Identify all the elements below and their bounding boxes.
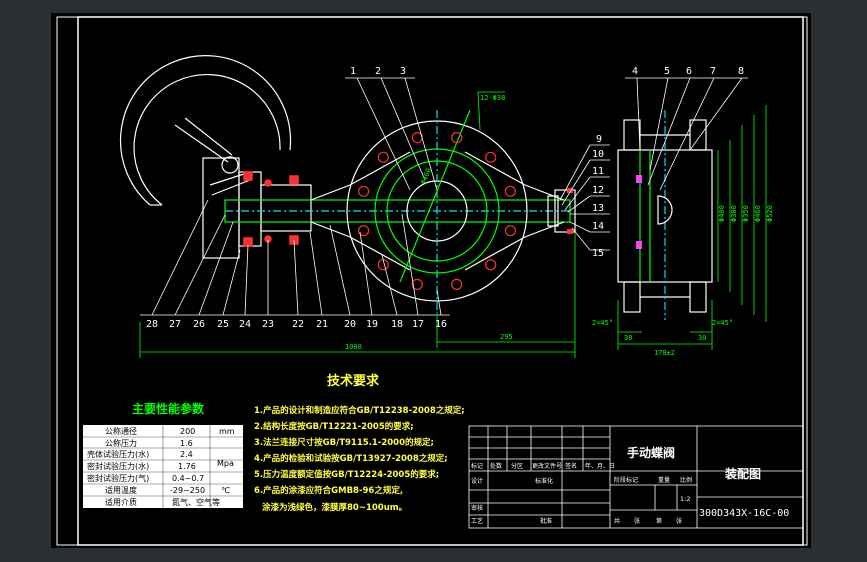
param-value-3: 1.76: [178, 462, 196, 471]
tech-req-5: 5.压力温度额定值按GB/T12224-2005的要求;: [254, 469, 439, 480]
balloon-12: 12: [592, 185, 604, 196]
tech-req-3: 3.法兰连接尺寸按GB/T9115.1-2000的规定;: [254, 437, 434, 448]
scale-value: 1:2: [680, 495, 690, 503]
params-title: 主要性能参数: [132, 401, 205, 416]
balloon-6: 6: [686, 66, 692, 77]
balloon-26: 26: [193, 319, 205, 330]
param-name-6: 适用介质: [105, 497, 137, 507]
tech-req-6: 6.产品的涂漆应符合GMB8-96之规定,: [254, 485, 403, 496]
param-name-3: 密封试验压力(水): [87, 461, 149, 471]
row-approve: 批准: [540, 517, 552, 525]
param-unit-5: ℃: [221, 486, 230, 495]
dim-chamfer-left: 2×45°: [592, 319, 613, 327]
balloon-28: 28: [146, 319, 158, 330]
product-name: 手动蝶阀: [627, 445, 675, 460]
param-name-1: 公称压力: [105, 438, 137, 448]
balloon-4: 4: [632, 66, 638, 77]
balloon-15: 15: [592, 248, 604, 259]
dim-v4: Φ460: [754, 205, 762, 222]
tech-req-4: 4.产品的检验和试验按GB/T13927-2008之规定;: [254, 453, 448, 464]
hdr-sign: 签名: [565, 462, 577, 470]
dim-right-length: 295: [500, 333, 513, 341]
dim-v2: Φ300: [730, 205, 738, 222]
row-process: 工艺: [471, 517, 483, 525]
param-unit-0: mm: [219, 427, 235, 436]
hdr-date: 年、月、日: [585, 462, 615, 470]
dim-chamfer-right: 2×45°: [712, 319, 733, 327]
weight-label: 重量: [658, 476, 670, 484]
param-unit-2: Mpa: [217, 459, 234, 468]
dim-overall-length: 1000: [345, 343, 362, 351]
params-table: 公称通径 公称压力 壳体试验压力(水) 密封试验压力(水) 密封试验压力(气) …: [83, 425, 243, 508]
balloon-10: 10: [592, 149, 604, 160]
param-name-0: 公称通径: [105, 426, 137, 436]
param-value-5: -29~250: [170, 486, 205, 495]
balloon-3: 3: [400, 66, 406, 77]
param-value-0: 200: [180, 427, 195, 436]
tech-req-2: 2.结构长度按GB/T12221-2005的要求;: [254, 421, 414, 432]
tech-req-1: 1.产品的设计和制造应符合GB/T12238-2008之规定;: [254, 405, 465, 416]
dim-side-b: 30: [698, 334, 706, 342]
row-review: 审核: [471, 504, 483, 512]
tech-title: 技术要求: [327, 373, 380, 389]
balloon-19: 19: [366, 319, 378, 330]
balloon-2: 2: [375, 66, 381, 77]
dim-face-to-face: 178±2: [654, 349, 675, 357]
dim-side-a: 30: [624, 334, 632, 342]
balloon-25: 25: [217, 319, 229, 330]
balloon-24: 24: [239, 319, 251, 330]
balloon-7: 7: [710, 66, 716, 77]
row-design: 设计: [471, 477, 483, 485]
param-name-5: 适用温度: [105, 485, 137, 495]
param-value-2: 2.4: [180, 450, 193, 459]
hdr-change-doc: 更改文件号: [532, 462, 562, 470]
drawing-code: 300D343X-16C-00: [699, 508, 789, 519]
row-standard: 标准化: [535, 477, 553, 485]
stage-label: 阶段标记: [614, 476, 638, 484]
balloon-8: 8: [738, 66, 744, 77]
balloon-9: 9: [596, 134, 602, 145]
balloon-13: 13: [592, 203, 604, 214]
balloon-22: 22: [292, 319, 304, 330]
scale-label: 比例: [680, 476, 692, 484]
balloon-27: 27: [169, 319, 181, 330]
hdr-count: 处数: [490, 462, 502, 470]
param-value-1: 1.6: [180, 439, 193, 448]
sheet-unit-2: 张: [676, 517, 682, 525]
dim-v5: Φ520: [766, 205, 774, 222]
balloon-21: 21: [316, 319, 328, 330]
balloon-23: 23: [262, 319, 274, 330]
balloon-14: 14: [592, 221, 604, 232]
dim-v1: Φ400: [718, 205, 726, 222]
sheet-unit-1: 张: [634, 517, 640, 525]
drawing-sheet: 1 2 3 4 5 6 7 8 9 10 11 12 13 14 15 28 2…: [51, 13, 811, 548]
balloon-1: 1: [350, 66, 356, 77]
balloon-5: 5: [664, 66, 670, 77]
hdr-zone: 分区: [511, 462, 523, 470]
hdr-mark: 标记: [471, 462, 483, 470]
param-name-4: 密封试验压力(气): [87, 473, 149, 483]
param-value-4: 0.4~0.7: [172, 474, 204, 483]
dim-v3: Φ350: [742, 205, 750, 222]
dim-bolt-pattern: 12-Φ38: [480, 94, 505, 102]
balloon-16: 16: [435, 319, 447, 330]
sheet-no: 第: [656, 517, 662, 525]
tech-req-7: 涂漆为浅绿色，漆膜厚80~100um。: [262, 502, 407, 513]
param-value-6: 氮气、空气等: [172, 497, 220, 507]
drawing-name: 装配图: [724, 466, 761, 481]
balloon-18: 18: [391, 319, 403, 330]
balloon-11: 11: [592, 166, 604, 177]
balloon-17: 17: [412, 319, 424, 330]
param-name-2: 壳体试验压力(水): [87, 449, 149, 459]
sheet-total: 共: [614, 517, 620, 525]
balloon-20: 20: [344, 319, 356, 330]
